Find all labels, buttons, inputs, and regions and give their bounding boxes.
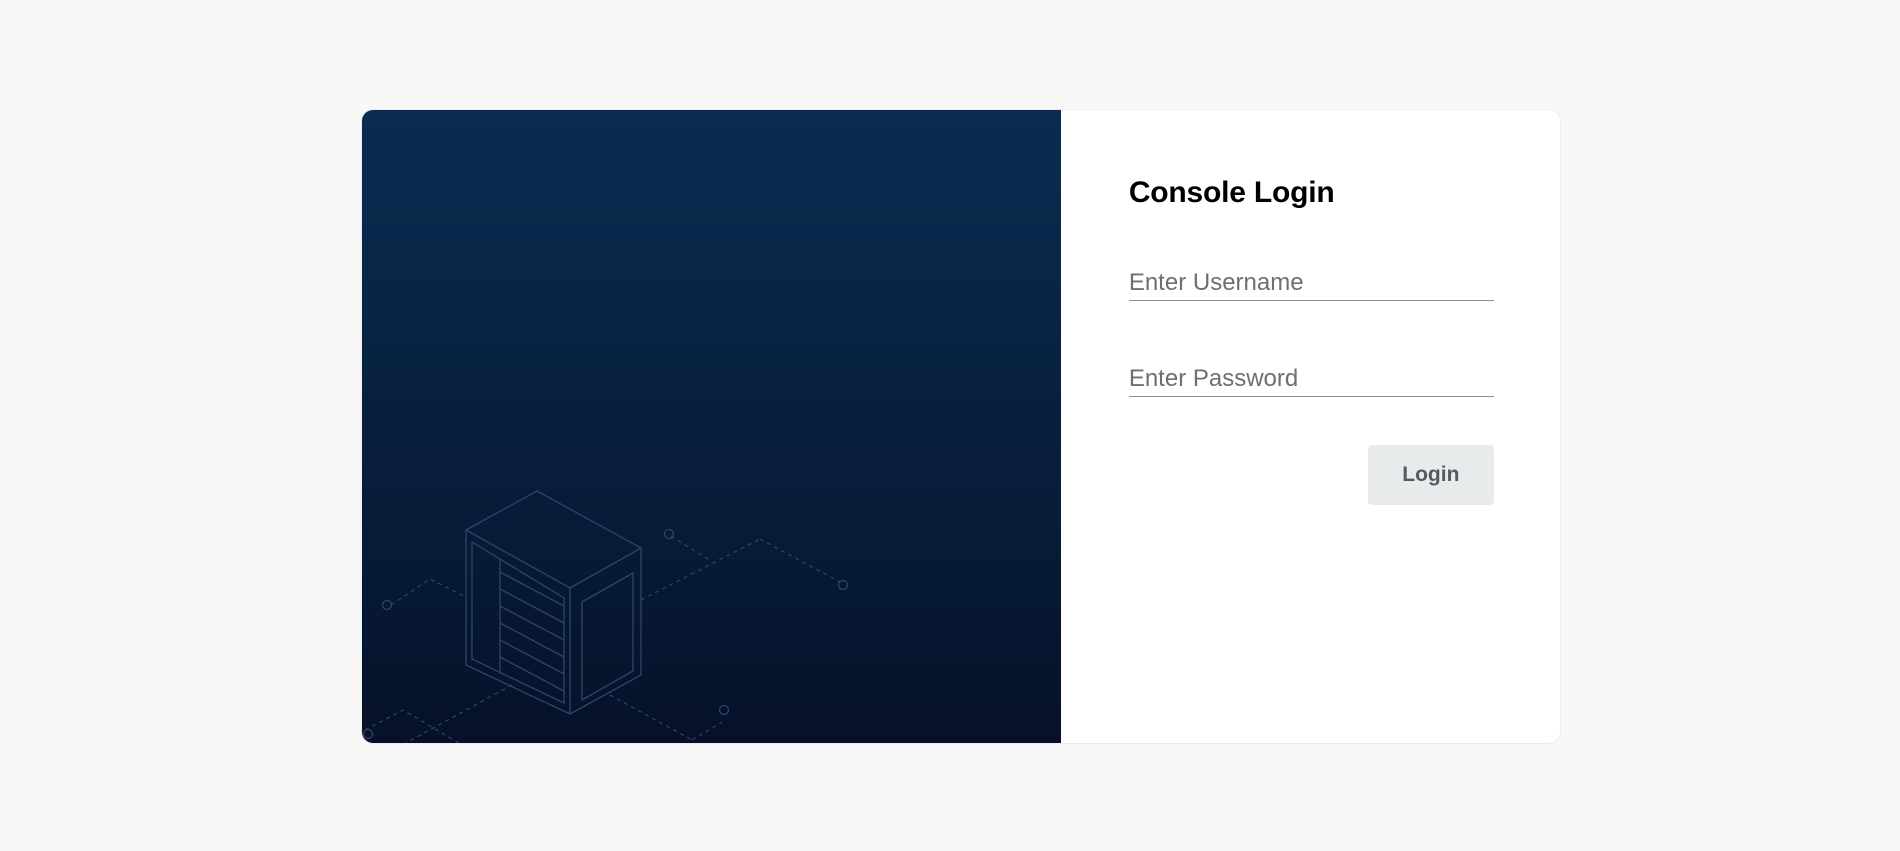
username-input[interactable]	[1128, 265, 1494, 301]
server-illustration-icon	[362, 490, 849, 743]
page-title: Console Login	[1128, 176, 1335, 209]
password-input[interactable]	[1128, 361, 1494, 397]
login-button[interactable]: Login	[1367, 445, 1494, 505]
login-card: Console Login Login	[361, 109, 1561, 744]
hero-panel	[362, 110, 1061, 743]
login-form-panel: Console Login Login	[1061, 110, 1560, 743]
